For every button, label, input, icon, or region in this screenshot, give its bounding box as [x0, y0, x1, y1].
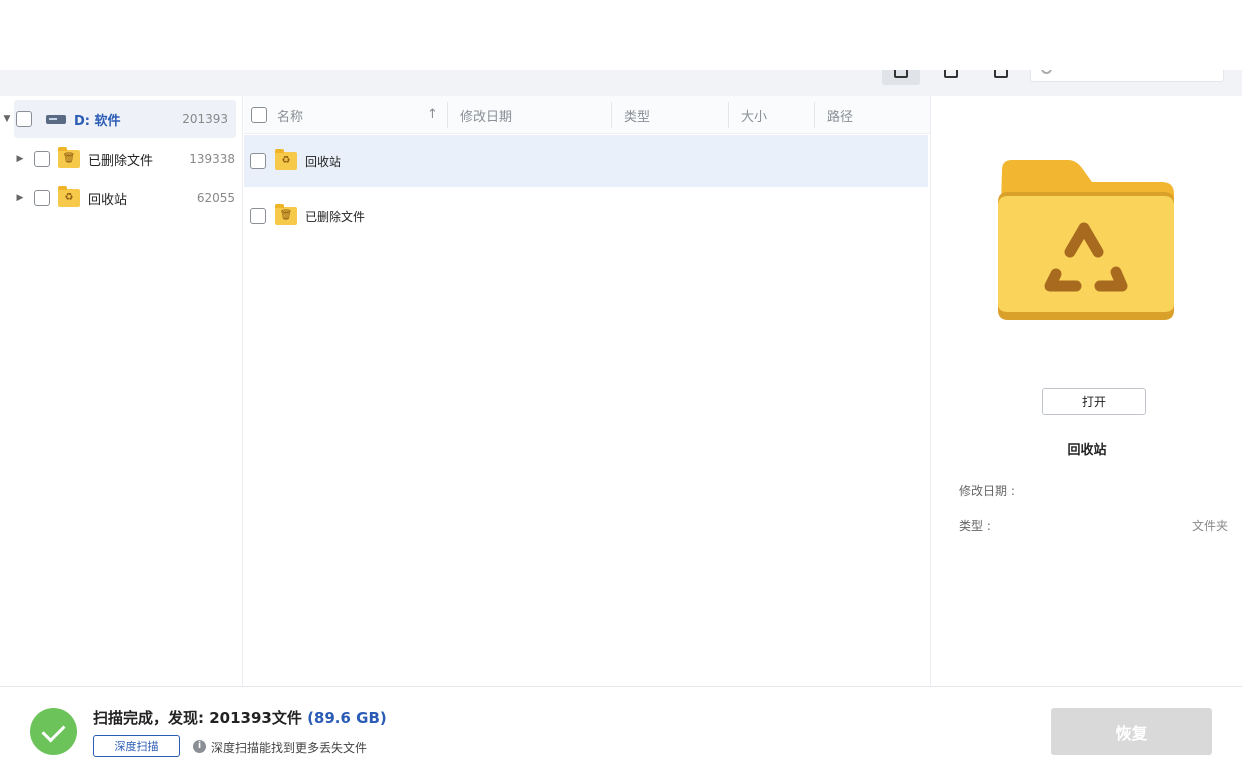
- column-type[interactable]: 类型: [624, 96, 650, 134]
- sort-ascending-icon[interactable]: ↑: [427, 107, 438, 122]
- caret-down-icon[interactable]: ▼: [0, 114, 14, 124]
- recycle-folder-icon: ♻: [58, 186, 80, 207]
- tree-checkbox-deleted-files[interactable]: [34, 151, 50, 167]
- scan-status: 扫描完成，发现: 201393文件 (89.6 GB): [93, 707, 387, 728]
- trash-folder-icon: 🗑: [275, 204, 297, 225]
- deep-scan-hint: 深度扫描能找到更多丢失文件: [211, 741, 368, 755]
- tree-item-count: 62055: [196, 191, 235, 205]
- file-row[interactable]: ♻ 回收站: [244, 135, 928, 187]
- info-icon: i: [193, 740, 206, 753]
- file-list: 名称 ↑ 修改日期 类型 大小 路径 ♻ 回收站 🗑 已删除文件: [244, 96, 930, 686]
- scan-size: (89.6 GB): [307, 709, 387, 727]
- tree-item-drive[interactable]: ▼ D: 软件 201393: [4, 100, 236, 138]
- trash-folder-icon: 🗑: [58, 147, 80, 168]
- type-label: 类型 :: [959, 519, 991, 533]
- file-name: 已删除文件: [305, 209, 366, 224]
- tree-checkbox-drive[interactable]: [16, 111, 32, 127]
- column-divider[interactable]: [814, 102, 815, 128]
- detail-panel: 打开 回收站 修改日期 : 类型 : 文件夹: [930, 96, 1242, 686]
- caret-right-icon[interactable]: ▶: [15, 193, 25, 203]
- status-bar: 扫描完成，发现: 201393文件 (89.6 GB) 深度扫描 i 深度扫描能…: [0, 686, 1242, 773]
- list-header: 名称 ↑ 修改日期 类型 大小 路径: [244, 96, 930, 134]
- column-divider[interactable]: [611, 102, 612, 128]
- recycle-folder-icon: ♻: [275, 149, 297, 170]
- type-value: 文件夹: [1191, 519, 1228, 533]
- column-divider[interactable]: [728, 102, 729, 128]
- detail-name: 回收站: [1067, 443, 1107, 458]
- file-row-checkbox[interactable]: [250, 153, 266, 169]
- column-modified[interactable]: 修改日期: [460, 96, 512, 134]
- tree-item-deleted-files[interactable]: ▶ 🗑 已删除文件 139338: [0, 140, 243, 178]
- recover-button[interactable]: 恢复: [1051, 708, 1212, 755]
- scan-status-text: 扫描完成，发现: 201393文件: [93, 709, 302, 727]
- tree-item-count: 201393: [182, 112, 228, 126]
- open-button[interactable]: 打开: [1042, 388, 1146, 415]
- modified-label: 修改日期 :: [959, 484, 1015, 498]
- file-row-checkbox[interactable]: [250, 208, 266, 224]
- tree-checkbox-recycle-bin[interactable]: [34, 190, 50, 206]
- deep-scan-button[interactable]: 深度扫描: [93, 735, 180, 757]
- tree-item-label: 已删除文件: [88, 153, 154, 169]
- tree-item-count: 139338: [189, 152, 235, 166]
- folder-tree: ▼ D: 软件 201393 ▶ 🗑 已删除文件 139338 ▶ ♻ 回收站 …: [0, 96, 243, 686]
- tree-item-recycle-bin[interactable]: ▶ ♻ 回收站 62055: [0, 179, 243, 217]
- caret-right-icon[interactable]: ▶: [15, 154, 25, 164]
- tree-item-label: 回收站: [88, 192, 128, 208]
- tree-item-label: D: 软件: [74, 113, 121, 129]
- file-row[interactable]: 🗑 已删除文件: [244, 190, 928, 242]
- recycle-folder-icon: [998, 160, 1174, 320]
- column-path[interactable]: 路径: [827, 96, 853, 134]
- column-size[interactable]: 大小: [741, 96, 767, 134]
- column-name[interactable]: 名称: [277, 96, 303, 134]
- file-name: 回收站: [305, 154, 342, 169]
- column-divider[interactable]: [447, 102, 448, 128]
- drive-icon: [46, 114, 66, 124]
- select-all-checkbox[interactable]: [251, 107, 267, 123]
- check-icon: [30, 708, 77, 755]
- top-strip: [0, 0, 1242, 70]
